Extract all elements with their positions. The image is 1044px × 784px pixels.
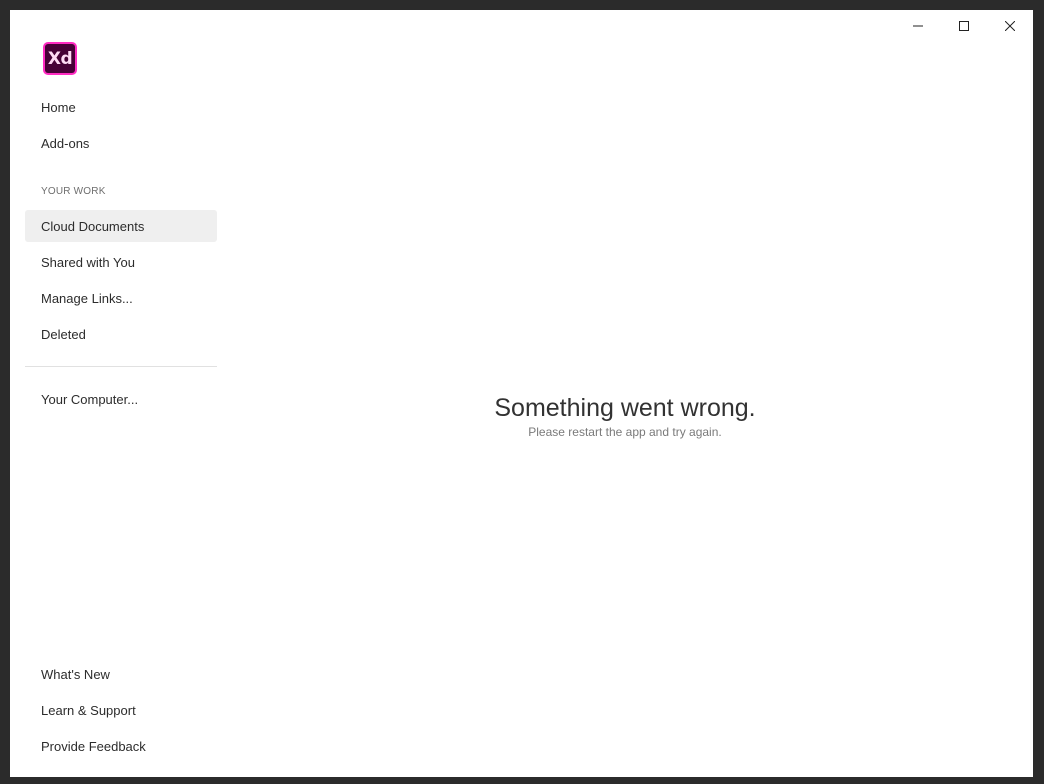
minimize-icon (913, 21, 923, 31)
minimize-button[interactable] (895, 10, 941, 42)
sidebar-item-add-ons[interactable]: Add-ons (25, 127, 217, 159)
sidebar-item-label: Shared with You (41, 254, 135, 270)
sidebar-item-cloud-documents[interactable]: Cloud Documents (25, 210, 217, 242)
sidebar-item-learn-support[interactable]: Learn & Support (25, 694, 217, 726)
sidebar-item-home[interactable]: Home (25, 91, 217, 123)
xd-logo: Xd (43, 42, 77, 75)
sidebar-divider (25, 366, 217, 367)
logo-text: Xd (45, 44, 75, 73)
sidebar-item-label: Manage Links... (41, 290, 133, 306)
sidebar-item-whats-new[interactable]: What's New (25, 658, 217, 690)
error-message: Something went wrong. Please restart the… (217, 392, 1033, 439)
sidebar-item-deleted[interactable]: Deleted (25, 318, 217, 350)
sidebar-item-label: Deleted (41, 326, 86, 342)
sidebar-item-label: Cloud Documents (41, 218, 145, 234)
sidebar-item-label: Learn & Support (41, 702, 136, 718)
sidebar-item-label: What's New (41, 666, 110, 682)
maximize-icon (959, 21, 969, 31)
error-subtitle: Please restart the app and try again. (528, 425, 722, 439)
sidebar-item-manage-links[interactable]: Manage Links... (25, 282, 217, 314)
sidebar: Xd Home Add-ons YOUR WORK Cloud Document… (25, 10, 217, 777)
app-window: Xd Home Add-ons YOUR WORK Cloud Document… (10, 10, 1033, 777)
sidebar-item-label: Home (41, 99, 76, 115)
section-label-your-work: YOUR WORK (41, 186, 106, 197)
error-title: Something went wrong. (494, 394, 756, 422)
sidebar-item-label: Add-ons (41, 135, 90, 151)
sidebar-item-label: Your Computer... (41, 391, 139, 407)
close-button[interactable] (987, 10, 1033, 42)
sidebar-item-label: Provide Feedback (41, 738, 146, 754)
maximize-button[interactable] (941, 10, 987, 42)
close-icon (1005, 21, 1015, 31)
sidebar-item-your-computer[interactable]: Your Computer... (25, 383, 217, 415)
sidebar-item-provide-feedback[interactable]: Provide Feedback (25, 730, 217, 762)
window-controls (895, 10, 1033, 42)
sidebar-item-shared-with-you[interactable]: Shared with You (25, 246, 217, 278)
